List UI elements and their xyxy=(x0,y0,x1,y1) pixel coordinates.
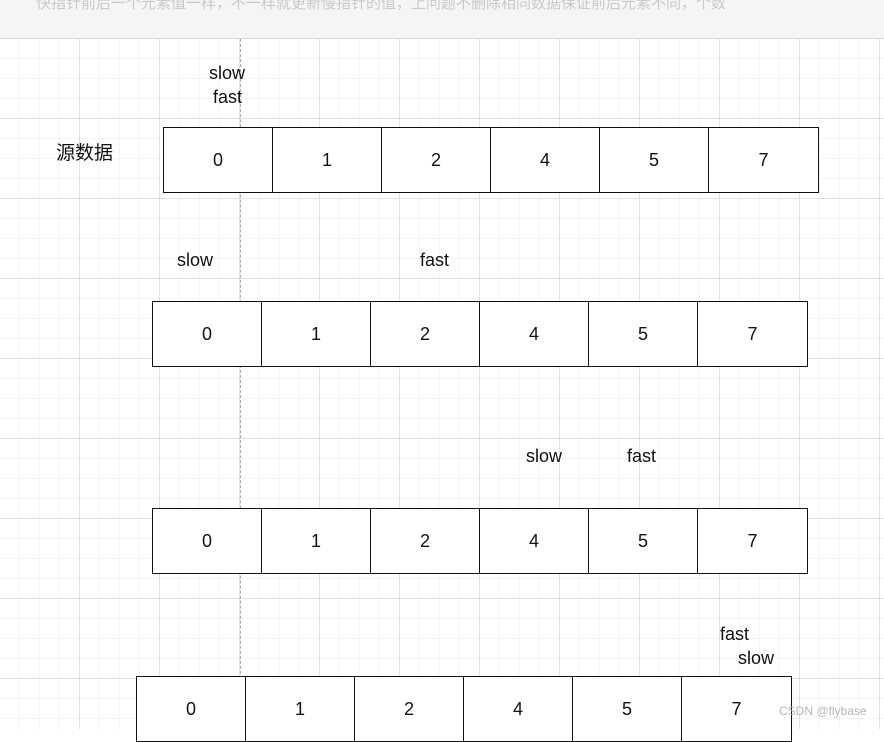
array-row-1: 0 1 2 4 5 7 xyxy=(163,127,819,193)
diagram-canvas: 源数据 slow fast 0 1 2 4 5 7 slow fast 0 1 … xyxy=(0,39,884,742)
array-cell: 7 xyxy=(731,698,742,719)
array-cell: 1 xyxy=(246,677,355,741)
array-cell: 5 xyxy=(589,302,698,366)
array-cell: 4 xyxy=(464,677,573,741)
top-strip-text: 快指针前后一个元素值一样，不一样就更新慢指针的值，上问题不删除相同数据保证前后元… xyxy=(36,0,727,12)
array-cell: 4 xyxy=(480,302,589,366)
array-cell: 2 xyxy=(382,128,491,192)
array-cell: 1 xyxy=(273,128,382,192)
row2-fast-label: fast xyxy=(420,250,450,270)
watermark-text: CSDN @flybase xyxy=(779,704,867,718)
row1-slow-label: slow xyxy=(209,63,246,83)
array-row-3: 0 1 2 4 5 7 xyxy=(152,508,808,574)
row3-slow-label: slow xyxy=(526,446,563,466)
array-row-4: 0 1 2 4 5 7 xyxy=(136,676,792,742)
array-cell: 1 xyxy=(262,302,371,366)
row2-slow-label: slow xyxy=(177,250,214,270)
array-cell: 0 xyxy=(137,677,246,741)
array-cell: 0 xyxy=(153,302,262,366)
array-cell: 5 xyxy=(589,509,698,573)
array-cell: 2 xyxy=(355,677,464,741)
array-cell: 5 xyxy=(600,128,709,192)
row4-fast-label: fast xyxy=(720,624,750,644)
row3-fast-label: fast xyxy=(627,446,657,466)
array-cell: 1 xyxy=(262,509,371,573)
array-cell: 7 xyxy=(747,323,758,344)
array-cell: 2 xyxy=(371,302,480,366)
row1-fast-label: fast xyxy=(213,87,243,107)
array-cell: 0 xyxy=(153,509,262,573)
top-strip: 快指针前后一个元素值一样，不一样就更新慢指针的值，上问题不删除相同数据保证前后元… xyxy=(0,0,884,39)
array-cell: 7 xyxy=(747,530,758,551)
array-cell: 7 xyxy=(758,149,769,170)
array-row-2: 0 1 2 4 5 7 xyxy=(152,301,808,367)
array-cell: 4 xyxy=(491,128,600,192)
array-cell: 5 xyxy=(573,677,682,741)
array-cell: 4 xyxy=(480,509,589,573)
source-data-label: 源数据 xyxy=(56,143,114,164)
row4-slow-label: slow xyxy=(738,648,775,668)
array-cell: 0 xyxy=(164,128,273,192)
array-cell: 2 xyxy=(371,509,480,573)
